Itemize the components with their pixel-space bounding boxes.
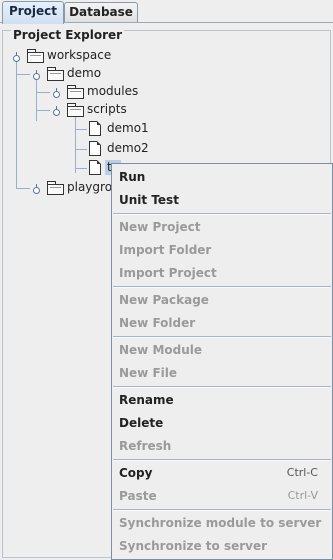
menu-item-sync-module[interactable]: Synchronize module to server bbox=[112, 512, 332, 534]
file-icon bbox=[89, 141, 101, 156]
tab-bar: Project Database bbox=[0, 0, 333, 24]
menu-item-new-package[interactable]: New Package bbox=[112, 289, 332, 311]
menu-item-run[interactable]: Run bbox=[112, 166, 332, 188]
shortcut-label: Ctrl-C bbox=[286, 466, 318, 479]
file-icon bbox=[89, 160, 101, 175]
menu-separator bbox=[113, 386, 331, 388]
menu-item-new-folder[interactable]: New Folder bbox=[112, 312, 332, 334]
tree-node-demo[interactable]: demo bbox=[67, 66, 101, 81]
tree-guide-line bbox=[75, 149, 87, 150]
menu-item-new-module[interactable]: New Module bbox=[112, 339, 332, 361]
file-icon bbox=[89, 121, 101, 136]
menu-item-label: New Folder bbox=[119, 316, 196, 330]
menu-item-label: New File bbox=[119, 366, 178, 380]
menu-separator bbox=[113, 336, 331, 338]
expand-toggle-icon[interactable] bbox=[32, 184, 41, 194]
tree-guide-line bbox=[75, 117, 76, 173]
folder-icon bbox=[47, 181, 64, 195]
tab-database[interactable]: Database bbox=[64, 2, 138, 22]
menu-separator bbox=[113, 286, 331, 288]
tree-guide-line bbox=[36, 92, 50, 93]
menu-item-label: Import Project bbox=[119, 266, 217, 280]
menu-item-label: Delete bbox=[119, 416, 164, 430]
menu-item-delete[interactable]: Delete bbox=[112, 412, 332, 434]
menu-item-label: New Package bbox=[119, 293, 209, 307]
tab-project[interactable]: Project bbox=[2, 1, 64, 24]
tree-node-demo1[interactable]: demo1 bbox=[107, 121, 149, 136]
tree-node-scripts[interactable]: scripts bbox=[87, 102, 127, 117]
tree-guide-line bbox=[16, 188, 30, 189]
folder-icon bbox=[67, 85, 84, 99]
tree-guide-line bbox=[36, 79, 37, 121]
menu-item-label: Synchronize module to server bbox=[119, 516, 322, 530]
expand-toggle-icon[interactable] bbox=[52, 106, 61, 116]
menu-item-copy[interactable]: Copy Ctrl-C bbox=[112, 462, 332, 484]
menu-item-import-project[interactable]: Import Project bbox=[112, 262, 332, 284]
tree-guide-line bbox=[16, 61, 17, 188]
tree-node-workspace[interactable]: workspace bbox=[47, 48, 111, 63]
menu-separator bbox=[113, 459, 331, 461]
folder-icon bbox=[47, 67, 64, 81]
menu-item-label: Refresh bbox=[119, 439, 172, 453]
menu-item-label: Rename bbox=[119, 393, 174, 407]
menu-item-label: Unit Test bbox=[119, 193, 179, 207]
menu-item-label: Paste bbox=[119, 489, 157, 503]
menu-item-new-file[interactable]: New File bbox=[112, 362, 332, 384]
menu-item-label: Run bbox=[119, 170, 146, 184]
menu-separator bbox=[113, 509, 331, 511]
menu-item-paste[interactable]: Paste Ctrl-V bbox=[112, 485, 332, 507]
menu-item-rename[interactable]: Rename bbox=[112, 389, 332, 411]
tree-guide-line bbox=[75, 168, 87, 169]
tree-guide-line bbox=[16, 74, 30, 75]
menu-item-unit-test[interactable]: Unit Test bbox=[112, 189, 332, 211]
menu-item-refresh[interactable]: Refresh bbox=[112, 435, 332, 457]
menu-separator bbox=[113, 213, 331, 215]
folder-icon bbox=[27, 49, 44, 63]
panel-title: Project Explorer bbox=[11, 28, 125, 42]
expand-toggle-icon[interactable] bbox=[32, 70, 41, 80]
expand-toggle-icon[interactable] bbox=[52, 88, 61, 98]
shortcut-label: Ctrl-V bbox=[287, 489, 318, 502]
menu-item-label: Synchronize to server bbox=[119, 539, 268, 553]
menu-item-new-project[interactable]: New Project bbox=[112, 216, 332, 238]
menu-item-label: New Module bbox=[119, 343, 203, 357]
folder-icon bbox=[67, 103, 84, 117]
tree-node-modules[interactable]: modules bbox=[87, 84, 138, 99]
tree-node-demo2[interactable]: demo2 bbox=[107, 141, 149, 156]
menu-item-label: New Project bbox=[119, 220, 201, 234]
tree-guide-line bbox=[75, 129, 87, 130]
menu-item-sync-all[interactable]: Synchronize to server bbox=[112, 535, 332, 557]
menu-item-import-folder[interactable]: Import Folder bbox=[112, 239, 332, 261]
menu-item-label: Copy bbox=[119, 466, 153, 480]
context-menu: Run Unit Test New Project Import Folder … bbox=[111, 163, 333, 560]
expand-toggle-icon[interactable] bbox=[12, 52, 21, 62]
tree-guide-line bbox=[36, 110, 50, 111]
menu-item-label: Import Folder bbox=[119, 243, 212, 257]
